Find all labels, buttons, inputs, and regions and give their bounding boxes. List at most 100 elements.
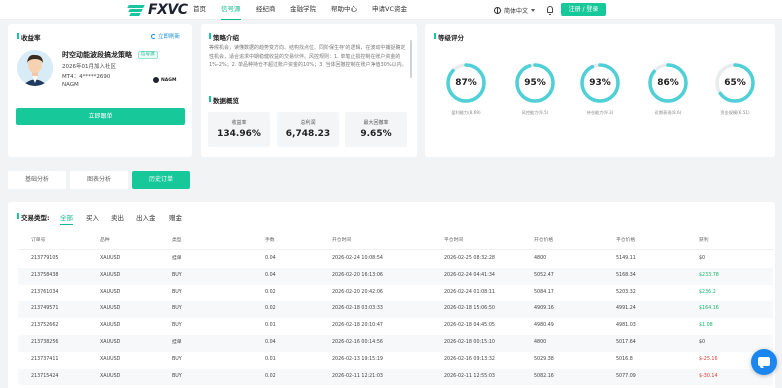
refresh-label: 立即刷新 bbox=[158, 34, 181, 40]
cell-symbol: XAUUSD bbox=[100, 306, 121, 312]
cell-symbol: XAUUSD bbox=[100, 340, 121, 345]
gauge-label: 盈利能力(8.69) bbox=[451, 110, 481, 115]
filter-deposit-withdraw[interactable]: 出入金 bbox=[136, 212, 156, 222]
cell-close-price: 5168.34 bbox=[616, 272, 636, 278]
cell-lots: 0.01 bbox=[265, 323, 276, 329]
cell-close-time: 2026-02-25 08:32:28 bbox=[444, 256, 495, 261]
rating-title: 等级评分 bbox=[434, 32, 464, 42]
follow-button[interactable]: 立即跟单 bbox=[16, 108, 185, 125]
filter-all[interactable]: 全部 bbox=[60, 212, 73, 225]
nav-item-signals[interactable]: 信号源 bbox=[221, 0, 241, 20]
stat-drawdown: 最大回撤率 9.65% bbox=[345, 112, 407, 147]
cell-close-time: 2026-02-24 04:41:34 bbox=[444, 272, 495, 278]
login-register-button[interactable]: 注册 / 登录 bbox=[561, 3, 606, 16]
nav-item-help[interactable]: 帮助中心 bbox=[331, 0, 357, 20]
rating-gauge: 86% bbox=[647, 62, 689, 104]
table-row: 213749571 XAUUSD BUY 0.02 2026-02-18 03:03:3… bbox=[18, 301, 773, 319]
cell-lots: 0.02 bbox=[265, 306, 276, 312]
rating-gauge: 87% bbox=[445, 62, 487, 104]
cell-profit: $233.78 bbox=[699, 272, 719, 278]
chat-icon bbox=[758, 357, 770, 366]
cell-symbol: XAUUSD bbox=[100, 323, 121, 329]
cell-close-price: 5077.09 bbox=[616, 373, 636, 379]
gauge-value: 86% bbox=[657, 78, 679, 88]
nav-item-brokers[interactable]: 经纪商 bbox=[256, 0, 276, 20]
broker-name: NAGM bbox=[62, 82, 79, 88]
strategy-name: 时空动能波段搞龙策略 bbox=[62, 51, 132, 59]
cell-profit: $1.08 bbox=[699, 323, 713, 329]
refresh-button[interactable]: 立即刷新 bbox=[151, 32, 180, 40]
bell-icon[interactable] bbox=[547, 6, 553, 15]
nav-item-academy[interactable]: 金融学院 bbox=[290, 0, 316, 20]
cell-open-price: 4980.49 bbox=[534, 323, 554, 329]
intro-scrollbar[interactable] bbox=[410, 40, 412, 78]
cell-type: BUY bbox=[172, 356, 182, 362]
cell-profit: $236.2 bbox=[699, 289, 716, 295]
cell-order-id: 213737411 bbox=[31, 356, 59, 362]
gauge-value: 65% bbox=[724, 78, 746, 88]
cell-profit: $0 bbox=[699, 256, 706, 261]
cell-close-time: 2026-02-18 00:15:10 bbox=[444, 340, 495, 345]
cell-open-time: 2026-02-16 00:14:56 bbox=[332, 340, 383, 345]
cell-order-id: 213752662 bbox=[31, 323, 59, 329]
intro-text: 等候机会，读懂数据的趋势变方向、结构找点位、同阶保生存'的逻辑，在波动中捕捉确定… bbox=[209, 45, 407, 68]
cell-order-id: 213758438 bbox=[31, 272, 59, 278]
cell-close-price: 4981.03 bbox=[616, 323, 636, 329]
cell-open-time: 2026-02-13 19:15:19 bbox=[332, 356, 383, 362]
cell-open-time: 2026-02-18 20:10:47 bbox=[332, 323, 383, 329]
nav-item-home[interactable]: 首页 bbox=[193, 0, 206, 20]
cell-open-time: 2026-02-24 10:08:54 bbox=[332, 256, 383, 261]
cell-open-price: 5084.17 bbox=[534, 289, 554, 295]
cell-lots: 0.04 bbox=[265, 340, 276, 345]
cell-profit: $0 bbox=[699, 340, 706, 345]
tab-basic-analysis[interactable]: 基础分析 bbox=[8, 171, 66, 189]
cell-profit: $164.16 bbox=[699, 306, 719, 312]
logo[interactable]: FXVC bbox=[127, 2, 188, 18]
table-row: 213738256 XAUUSD 挂单 0.04 2026-02-16 00:14:56… bbox=[18, 335, 773, 352]
cell-lots: 0.02 bbox=[265, 289, 276, 295]
cell-lots: 0.04 bbox=[265, 256, 276, 261]
cell-type: 挂单 bbox=[172, 256, 182, 261]
gauge-label: 风控能力(9.5) bbox=[521, 110, 549, 115]
tab-order-history[interactable]: 历史订单 bbox=[132, 171, 190, 189]
cell-close-time: 2026-02-24 01:08:11 bbox=[444, 289, 495, 295]
cell-open-time: 2026-02-11 12:21:03 bbox=[332, 373, 383, 379]
trade-type-label: 交易类型: bbox=[17, 212, 50, 222]
cell-type: BUY bbox=[172, 373, 182, 379]
rating-gauge: 93% bbox=[579, 62, 621, 104]
cell-symbol: XAUUSD bbox=[100, 373, 121, 379]
cell-open-time: 2026-02-20 20:42:06 bbox=[332, 289, 383, 295]
cell-symbol: XAUUSD bbox=[100, 356, 121, 362]
filter-sell[interactable]: 卖出 bbox=[111, 212, 124, 222]
cell-order-id: 213749571 bbox=[31, 306, 59, 312]
cell-order-id: 213715424 bbox=[31, 373, 59, 379]
stat-profit: 总利润 6,748.23 bbox=[277, 112, 339, 147]
nav-item-vc-funding[interactable]: 申请VC资金 bbox=[372, 0, 407, 20]
col-type: 类型 bbox=[172, 238, 182, 243]
cell-order-id: 213738256 bbox=[31, 340, 59, 345]
cell-open-price: 5052.47 bbox=[534, 272, 554, 278]
chevron-down-icon bbox=[531, 8, 536, 12]
language-selector[interactable]: 简体中文 bbox=[494, 0, 536, 20]
chat-support-button[interactable] bbox=[751, 349, 777, 375]
top-nav: FXVC 首页 信号源 经纪商 金融学院 帮助中心 申请VC资金 简体中文 注册… bbox=[0, 0, 782, 20]
broker-logo-text: NAGM bbox=[161, 77, 177, 83]
col-close-price: 平仓价格 bbox=[616, 238, 636, 243]
logo-text: FXVC bbox=[148, 2, 188, 18]
signal-tag: 信号源 bbox=[138, 51, 158, 59]
cell-open-price: 5082.16 bbox=[534, 373, 554, 379]
rating-gauge: 65% bbox=[714, 62, 756, 104]
stat-return: 收益率 134.96% bbox=[208, 112, 270, 147]
filter-bonus[interactable]: 赠金 bbox=[169, 212, 182, 222]
filter-buy[interactable]: 买入 bbox=[86, 212, 99, 222]
cell-open-price: 5029.38 bbox=[534, 356, 554, 362]
stat-label: 总利润 bbox=[300, 120, 316, 126]
stat-value: 6,748.23 bbox=[285, 129, 331, 139]
tab-chart-analysis[interactable]: 图表分析 bbox=[70, 171, 128, 189]
cell-lots: 0.01 bbox=[265, 356, 276, 362]
cell-open-price: 4800 bbox=[534, 340, 547, 345]
profile-section-title: 收益率 bbox=[17, 32, 41, 42]
cell-lots: 0.02 bbox=[265, 373, 276, 379]
cell-type: BUY bbox=[172, 306, 182, 312]
cell-open-time: 2026-02-20 16:13:06 bbox=[332, 272, 383, 278]
